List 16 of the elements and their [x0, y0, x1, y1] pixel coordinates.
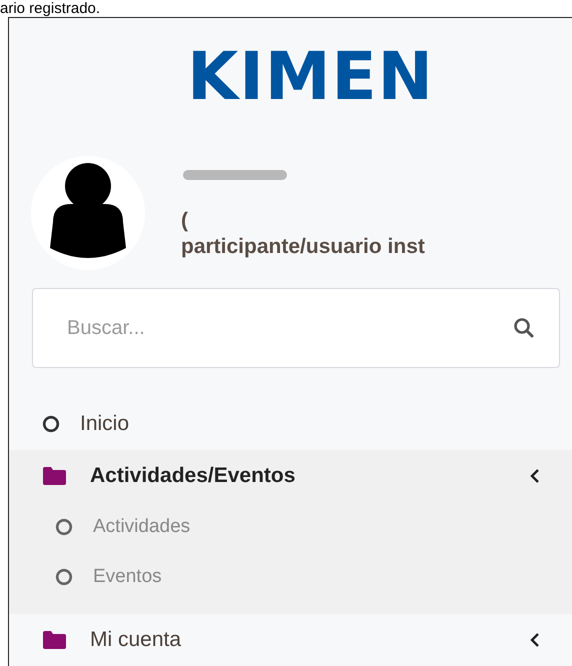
logo-text: KIMEN [186, 37, 435, 110]
circle-icon [55, 568, 73, 586]
circle-icon [42, 415, 60, 433]
chevron-left-icon [530, 632, 540, 648]
search-icon[interactable] [512, 316, 536, 340]
caption-text: ario registrado. [0, 0, 102, 17]
user-role: ( participante/usuario inst [181, 208, 425, 260]
menu-item[interactable]: Mi cuenta [9, 614, 572, 666]
menu-item[interactable]: Inicio [9, 398, 572, 450]
search-field[interactable]: Buscar... [32, 288, 560, 368]
folder-icon [42, 631, 66, 649]
chevron-left-icon [530, 468, 540, 484]
avatar-icon [31, 156, 145, 270]
menu-item[interactable]: Actividades/Eventos [9, 450, 572, 502]
circle-icon [55, 518, 73, 536]
folder-icon [42, 467, 66, 485]
